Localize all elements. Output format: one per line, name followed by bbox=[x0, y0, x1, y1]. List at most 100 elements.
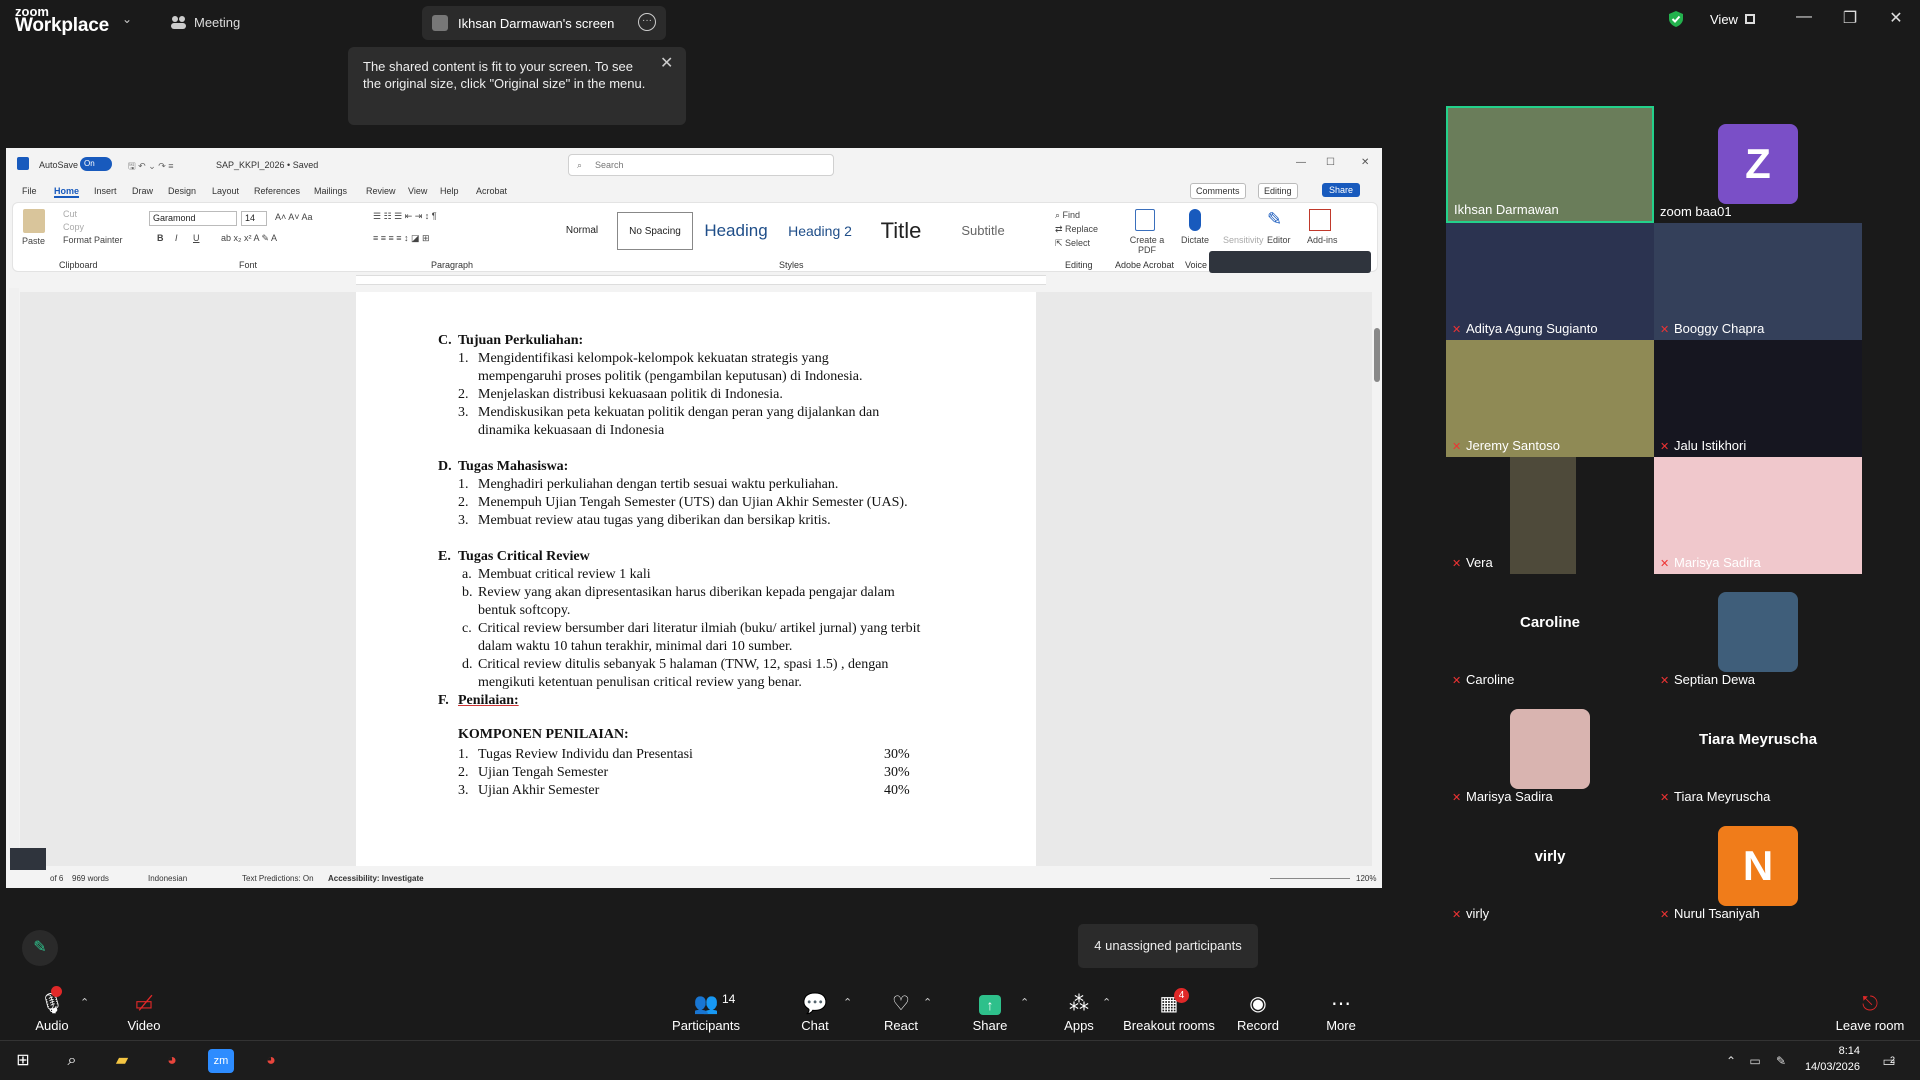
status-predictions[interactable]: Text Predictions: On bbox=[242, 874, 314, 883]
editing-mode-button[interactable]: Editing bbox=[1258, 183, 1298, 199]
chevron-up-icon[interactable]: ⌃ bbox=[1718, 1049, 1744, 1073]
restore-icon[interactable]: ❐ bbox=[1835, 8, 1865, 32]
underline-icon[interactable]: U bbox=[193, 233, 200, 243]
style-title[interactable]: Title bbox=[865, 212, 937, 250]
participant-tile[interactable]: N ✕ Nurul Tsaniyah bbox=[1654, 808, 1862, 925]
editor-icon[interactable]: ✎ bbox=[1267, 209, 1289, 231]
participant-tile[interactable]: Caroline ✕ Caroline bbox=[1446, 574, 1654, 691]
grid-icon[interactable] bbox=[1745, 14, 1755, 24]
more-options-icon[interactable]: ··· bbox=[638, 13, 656, 31]
search-input[interactable]: ⌕ Search bbox=[568, 154, 834, 176]
tab-home[interactable]: Home bbox=[54, 186, 80, 198]
cut-button[interactable]: Cut bbox=[63, 209, 77, 219]
bullets-icon[interactable]: ☰ ☷ ☰ ⇤ ⇥ ↕ ¶ bbox=[373, 211, 437, 222]
record-button[interactable]: ◉ Record bbox=[1213, 990, 1303, 1033]
status-page[interactable]: of 6 bbox=[50, 874, 63, 883]
chrome-icon[interactable]: ◕ bbox=[159, 1049, 185, 1073]
tab-insert[interactable]: Insert bbox=[94, 186, 117, 196]
font-grow-icon[interactable]: A˄ A˅ Aa bbox=[275, 212, 313, 222]
create-pdf-icon[interactable] bbox=[1135, 209, 1155, 231]
status-words[interactable]: 969 words bbox=[72, 874, 109, 883]
save-icon[interactable]: 🖫 ↶ ⌄ ↷ ≡ bbox=[128, 159, 174, 175]
sensitivity-button[interactable]: Sensitivity bbox=[1223, 235, 1264, 245]
paste-icon[interactable] bbox=[23, 209, 45, 233]
status-accessibility[interactable]: Accessibility: Investigate bbox=[328, 874, 424, 883]
participant-tile[interactable]: Tiara Meyruscha ✕ Tiara Meyruscha bbox=[1654, 691, 1862, 808]
bold-icon[interactable]: B bbox=[157, 233, 164, 243]
meeting-tab[interactable]: Meeting bbox=[194, 15, 240, 30]
tab-design[interactable]: Design bbox=[168, 186, 196, 196]
participants-button[interactable]: 👥 Participants bbox=[661, 990, 751, 1033]
pen-icon[interactable]: ✎ bbox=[1768, 1049, 1794, 1073]
autosave-toggle[interactable]: On bbox=[80, 157, 112, 171]
participant-tile[interactable]: ✕ Septian Dewa bbox=[1654, 574, 1862, 691]
zoom-slider[interactable] bbox=[1270, 878, 1350, 879]
screen-share-tab[interactable]: Ikhsan Darmawan's screen ··· bbox=[422, 6, 666, 40]
participant-tile[interactable]: Zzoom baa01 bbox=[1654, 106, 1862, 223]
style-heading-2[interactable]: Heading 2 bbox=[779, 212, 861, 250]
scrollbar-thumb[interactable] bbox=[1374, 328, 1380, 382]
style-subtitle[interactable]: Subtitle bbox=[941, 212, 1025, 250]
zoom-logo[interactable]: zoom Workplace bbox=[15, 5, 109, 36]
clock-date[interactable]: 14/03/2026 bbox=[1794, 1061, 1860, 1073]
tab-layout[interactable]: Layout bbox=[212, 186, 239, 196]
participant-tile[interactable]: virly ✕ virly bbox=[1446, 808, 1654, 925]
copy-button[interactable]: Copy bbox=[63, 222, 84, 232]
paste-button[interactable]: Paste bbox=[22, 236, 45, 246]
chevron-up-icon[interactable]: ⌃ bbox=[1102, 996, 1111, 1009]
vertical-scrollbar[interactable] bbox=[1372, 292, 1382, 866]
chevron-up-icon[interactable]: ⌃ bbox=[843, 996, 852, 1009]
network-icon[interactable]: ▭ bbox=[1742, 1049, 1768, 1073]
tab-review[interactable]: Review bbox=[366, 186, 396, 196]
select-button[interactable]: ⇱ Select bbox=[1055, 238, 1090, 249]
tab-acrobat[interactable]: Acrobat bbox=[476, 186, 507, 196]
vertical-ruler[interactable] bbox=[9, 288, 19, 858]
align-left-icon[interactable]: ≡ ≡ ≡ ≡ ↕ ◪ ⊞ bbox=[373, 233, 430, 244]
participant-tile[interactable]: Ikhsan Darmawan bbox=[1446, 106, 1654, 223]
windows-start-icon[interactable]: ⊞ bbox=[10, 1049, 36, 1073]
minimize-icon[interactable]: — bbox=[1296, 157, 1306, 168]
leave-room-button[interactable]: ⎋ Leave room bbox=[1824, 990, 1916, 1033]
tab-references[interactable]: References bbox=[254, 186, 300, 196]
font-name-select[interactable]: Garamond bbox=[149, 211, 237, 226]
participant-tile[interactable]: ✕ Marisya Sadira bbox=[1446, 691, 1654, 808]
close-icon[interactable]: ✕ bbox=[1881, 8, 1911, 32]
document-page[interactable]: C. Tujuan Perkuliahan: 1. Mengidentifika… bbox=[356, 292, 1036, 866]
tab-draw[interactable]: Draw bbox=[132, 186, 153, 196]
comments-button[interactable]: Comments bbox=[1190, 183, 1246, 199]
breakout-rooms-button[interactable]: ▦ Breakout rooms bbox=[1114, 990, 1224, 1033]
participant-tile[interactable]: ✕ Aditya Agung Sugianto bbox=[1446, 223, 1654, 340]
create-pdf-button[interactable]: Create a PDF bbox=[1125, 235, 1169, 255]
italic-icon[interactable]: I bbox=[175, 233, 178, 243]
participant-tile[interactable]: ✕ Vera bbox=[1446, 457, 1654, 574]
share-button[interactable]: Share bbox=[1322, 183, 1361, 197]
tab-help[interactable]: Help bbox=[440, 186, 459, 196]
annotate-pencil-icon[interactable]: ✎ bbox=[22, 930, 58, 966]
tab-view[interactable]: View bbox=[408, 186, 427, 196]
notification-icon[interactable]: ▭ bbox=[1876, 1049, 1902, 1073]
chevron-up-icon[interactable]: ⌃ bbox=[1020, 996, 1029, 1009]
style-normal[interactable]: Normal bbox=[551, 212, 613, 250]
editor-button[interactable]: Editor bbox=[1267, 235, 1291, 245]
participant-tile[interactable]: ✕ Marisya Sadira bbox=[1654, 457, 1862, 574]
video-button[interactable]: ▭̸ Video bbox=[99, 990, 189, 1033]
chevron-up-icon[interactable]: ⌃ bbox=[923, 996, 932, 1009]
format-painter-button[interactable]: Format Painter bbox=[63, 235, 123, 245]
tab-file[interactable]: File bbox=[22, 186, 37, 196]
text-effects-icon[interactable]: ab x₂ x² A ✎ A bbox=[221, 233, 277, 244]
chevron-down-icon[interactable]: ⌄ bbox=[122, 12, 132, 26]
restore-icon[interactable]: ☐ bbox=[1326, 157, 1335, 168]
close-icon[interactable]: ✕ bbox=[660, 53, 673, 73]
tab-mailings[interactable]: Mailings bbox=[314, 186, 347, 196]
file-explorer-icon[interactable]: ▰ bbox=[109, 1049, 135, 1073]
font-size-select[interactable]: 14 bbox=[241, 211, 267, 226]
react-button[interactable]: ♡ React bbox=[856, 990, 946, 1033]
horizontal-ruler[interactable] bbox=[356, 275, 1046, 285]
chevron-up-icon[interactable]: ⌃ bbox=[80, 996, 89, 1009]
document-filename[interactable]: SAP_KKPI_2026 • Saved bbox=[216, 160, 318, 170]
add-ins-icon[interactable] bbox=[1309, 209, 1331, 231]
find-button[interactable]: ⌕ Find bbox=[1055, 210, 1080, 221]
add-ins-button[interactable]: Add-ins bbox=[1307, 235, 1338, 245]
more-button[interactable]: ⋯ More bbox=[1296, 990, 1386, 1033]
participant-tile[interactable]: ✕ Jeremy Santoso bbox=[1446, 340, 1654, 457]
